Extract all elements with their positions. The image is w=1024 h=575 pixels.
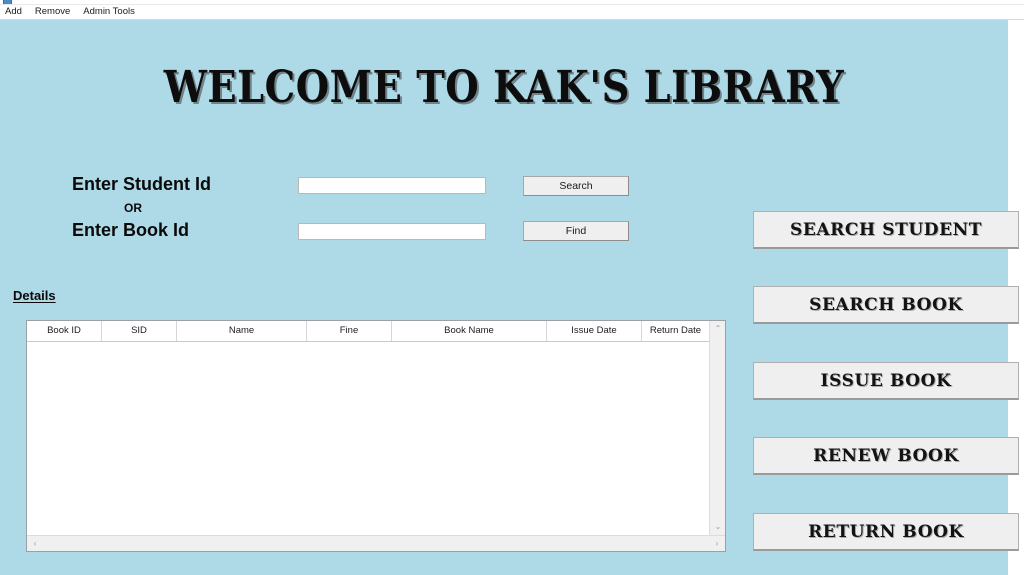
details-grid-vertical-scrollbar[interactable]: ⌃ ⌄ xyxy=(709,321,725,535)
book-id-input[interactable] xyxy=(298,223,486,240)
scroll-down-arrow-icon[interactable]: ⌄ xyxy=(710,519,726,535)
details-grid-viewport: Book ID SID Name Fine Book Name Issue Date Ret… xyxy=(27,321,709,535)
search-button[interactable]: Search xyxy=(523,176,629,196)
menu-item-remove[interactable]: Remove xyxy=(33,6,75,18)
menu-item-admin-tools[interactable]: Admin Tools xyxy=(81,6,140,18)
details-section-label: Details xyxy=(13,288,56,303)
scroll-right-arrow-icon[interactable]: › xyxy=(709,536,725,552)
page-title: WELCOME TO KAK'S LIBRARY xyxy=(163,62,845,113)
or-separator-label: OR xyxy=(124,201,142,215)
student-id-input[interactable] xyxy=(298,177,486,194)
student-id-label: Enter Student Id xyxy=(72,174,211,194)
menu-item-add[interactable]: Add xyxy=(3,6,27,18)
details-grid: Book ID SID Name Fine Book Name Issue Date Ret… xyxy=(26,320,726,552)
details-grid-body xyxy=(27,342,709,521)
details-grid-column-header[interactable]: SID xyxy=(102,321,177,341)
return-book-button[interactable]: RETURN BOOK xyxy=(753,513,1019,551)
book-id-label: Enter Book Id xyxy=(72,220,190,240)
search-student-button[interactable]: SEARCH STUDENT xyxy=(753,211,1019,249)
details-grid-column-header[interactable]: Book ID xyxy=(27,321,102,341)
search-book-button[interactable]: SEARCH BOOK xyxy=(753,286,1019,324)
issue-book-button[interactable]: ISSUE BOOK xyxy=(753,362,1019,400)
scroll-up-arrow-icon[interactable]: ⌃ xyxy=(710,321,726,337)
details-grid-column-header[interactable]: Return Date xyxy=(642,321,709,341)
menu-bar: Add Remove Admin Tools xyxy=(0,5,1024,19)
find-button[interactable]: Find xyxy=(523,221,629,241)
library-management-window: Add Remove Admin Tools WELCOME TO KAK'S … xyxy=(0,0,1024,575)
renew-book-button[interactable]: RENEW BOOK xyxy=(753,437,1019,475)
details-grid-header-row: Book ID SID Name Fine Book Name Issue Date Ret… xyxy=(27,321,709,342)
details-grid-column-header[interactable]: Issue Date xyxy=(547,321,642,341)
scroll-left-arrow-icon[interactable]: ‹ xyxy=(27,536,43,552)
details-grid-column-header[interactable]: Fine xyxy=(307,321,392,341)
details-grid-column-header[interactable]: Name xyxy=(177,321,307,341)
details-grid-column-header[interactable]: Book Name xyxy=(392,321,547,341)
details-grid-horizontal-scrollbar[interactable]: ‹ › xyxy=(27,535,725,551)
